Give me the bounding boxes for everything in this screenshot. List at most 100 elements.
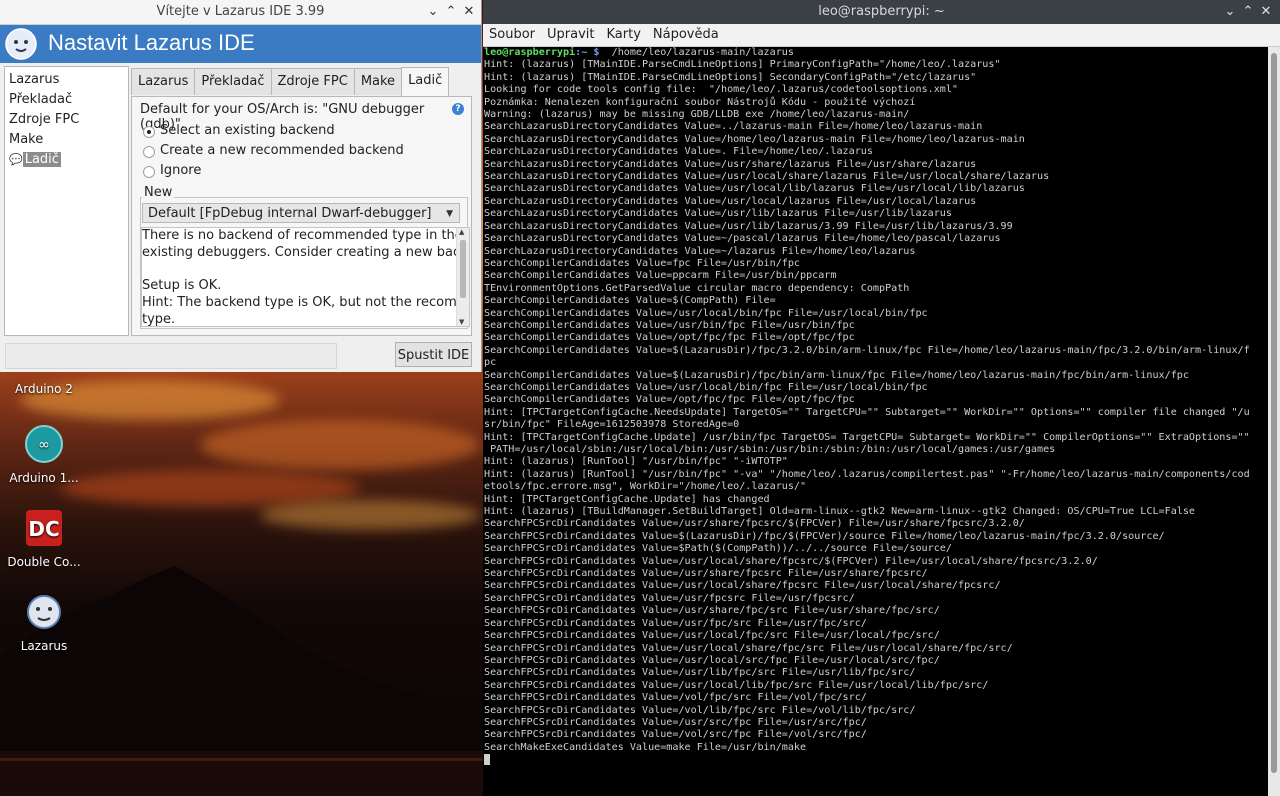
terminal-line: SearchFPCSrcDirCandidates Value=/usr/loc… xyxy=(484,642,1013,654)
terminal-line: SearchCompilerCandidates Value=/usr/bin/… xyxy=(484,319,855,331)
memo-scrollbar[interactable]: ▲ ▼ xyxy=(456,228,469,326)
minimize-icon[interactable]: ⌄ xyxy=(1221,3,1239,21)
tab-compiler[interactable]: Překladač xyxy=(194,68,272,95)
tab-debugger[interactable]: Ladič xyxy=(401,67,450,96)
terminal-scrollbar[interactable] xyxy=(1268,47,1280,796)
terminal-line: Hint: (lazarus) [TBuildManager.SetBuildT… xyxy=(484,506,1196,518)
tree-item-label: Překladač xyxy=(9,92,73,107)
scroll-up-icon[interactable]: ▲ xyxy=(459,228,464,236)
status-area xyxy=(5,343,337,369)
prompt-dir: :~ $ xyxy=(575,47,600,58)
terminal-line: SearchLazarusDirectoryCandidates Value=/… xyxy=(484,220,1013,232)
run-ide-button[interactable]: Spustit IDE xyxy=(395,342,472,367)
tree-item-label: Zdroje FPC xyxy=(9,112,80,127)
tab-make[interactable]: Make xyxy=(353,68,403,95)
memo-line: existing debuggers. Consider creating a … xyxy=(142,244,470,260)
menu-file[interactable]: Soubor xyxy=(483,24,541,42)
lazarus-cheetah-icon xyxy=(27,595,61,629)
settings-tree: Lazarus Překladač Zdroje FPC Make 💬 Ladič xyxy=(4,66,129,336)
backend-dropdown[interactable]: Default [FpDebug internal Dwarf-debugger… xyxy=(142,203,460,223)
terminal-line: Hint: (lazarus) [TMainIDE.ParseCmdLineOp… xyxy=(484,71,977,83)
terminal-line: SearchCompilerCandidates Value=/usr/loca… xyxy=(484,307,928,319)
terminal-line: SearchLazarusDirectoryCandidates Value=/… xyxy=(484,208,952,220)
terminal-line: SearchFPCSrcDirCandidates Value=$Path($(… xyxy=(484,543,952,555)
tree-item-compiler[interactable]: Překladač xyxy=(5,90,128,110)
terminal-line: SearchFPCSrcDirCandidates Value=/usr/loc… xyxy=(484,654,940,666)
memo-line xyxy=(142,262,454,279)
svg-text:DC: DC xyxy=(28,517,59,541)
menu-tabs[interactable]: Karty xyxy=(600,24,646,42)
help-icon[interactable]: ? xyxy=(452,103,464,115)
terminal-line: SearchFPCSrcDirCandidates Value=/usr/lib… xyxy=(484,667,916,679)
terminal-line: Hint: [TPCTargetConfigCache.Update] has … xyxy=(484,493,770,505)
tab-lazarus[interactable]: Lazarus xyxy=(131,68,196,95)
text-cursor xyxy=(484,754,490,766)
radio-label[interactable]: Create a new recommended backend xyxy=(160,143,404,158)
memo-line: There is no backend of recommended type … xyxy=(142,228,470,243)
svg-text:∞: ∞ xyxy=(38,437,50,453)
terminal-line: SearchCompilerCandidates Value=ppcarm Fi… xyxy=(484,270,837,282)
lazarus-logo-icon xyxy=(5,28,37,60)
window-titlebar[interactable]: Vítejte v Lazarus IDE 3.99 ⌄ ⌃ ✕ xyxy=(0,0,481,25)
terminal-line: SearchFPCSrcDirCandidates Value=/usr/sha… xyxy=(484,518,1025,530)
terminal-line: SearchLazarusDirectoryCandidates Value=/… xyxy=(484,158,977,170)
radio-ignore[interactable] xyxy=(143,166,155,178)
prompt-line: leo@raspberrypi:~ $ /home/leo/lazarus-ma… xyxy=(484,47,1264,59)
menu-help[interactable]: Nápověda xyxy=(647,24,725,42)
prompt-user: leo@raspberrypi xyxy=(484,47,576,58)
terminal-line: PATH=/usr/local/sbin:/usr/local/bin:/usr… xyxy=(484,444,1056,455)
terminal-line: SearchFPCSrcDirCandidates Value=$(Lazaru… xyxy=(484,530,1165,542)
desktop-icon-double-commander[interactable]: DC Double Co... xyxy=(4,508,84,569)
scrollbar-thumb[interactable] xyxy=(1271,53,1277,773)
terminal-line: SearchCompilerCandidates Value=/opt/fpc/… xyxy=(484,332,855,344)
menu-bar: Soubor Upravit Karty Nápověda xyxy=(483,24,1280,47)
minimize-icon[interactable]: ⌄ xyxy=(424,3,442,21)
cursor-line xyxy=(484,754,1264,766)
terminal-line: SearchFPCSrcDirCandidates Value=/vol/fpc… xyxy=(484,692,867,704)
dropdown-value: Default [FpDebug internal Dwarf-debugger… xyxy=(148,206,432,221)
terminal-line: etools/fpc.errore.msg", WorkDir="/home/l… xyxy=(484,481,807,493)
terminal-line: SearchFPCSrcDirCandidates Value=/usr/src… xyxy=(484,716,867,728)
desktop-icon-lazarus[interactable]: Lazarus xyxy=(4,592,84,653)
terminal-line: SearchCompilerCandidates Value=$(Lazarus… xyxy=(484,344,1250,356)
terminal-window: leo@raspberrypi: ~ ⌄ ⌃ ✕ Soubor Upravit Ka… xyxy=(483,0,1280,796)
window-titlebar[interactable]: leo@raspberrypi: ~ ⌄ ⌃ ✕ xyxy=(483,0,1280,24)
desktop-icon-arduino1[interactable]: ∞ Arduino 1... xyxy=(4,424,84,485)
terminal-line: SearchMakeExeCandidates Value=make File=… xyxy=(484,741,807,753)
radio-label[interactable]: Select an existing backend xyxy=(160,123,335,138)
terminal-line: SearchFPCSrcDirCandidates Value=/usr/sha… xyxy=(484,568,928,580)
tree-item-label: Ladič xyxy=(22,152,61,167)
desktop-icon-label: Double Co... xyxy=(7,555,81,569)
output-lines: Hint: (lazarus) [TMainIDE.ParseCmdLineOp… xyxy=(484,59,1264,754)
terminal-line: TEnvironmentOptions.GetParsedValue circu… xyxy=(484,282,910,294)
memo-line: Hint: The backend type is OK, but not th… xyxy=(142,295,469,311)
terminal-line: SearchLazarusDirectoryCandidates Value=/… xyxy=(484,195,977,207)
terminal-line: Hint: (lazarus) [RunTool] "/usr/bin/fpc"… xyxy=(484,468,1250,480)
menu-edit[interactable]: Upravit xyxy=(541,24,600,42)
info-memo[interactable]: There is no backend of recommended type … xyxy=(141,227,470,327)
radio-label[interactable]: Ignore xyxy=(160,163,201,178)
tree-item-fpc-sources[interactable]: Zdroje FPC xyxy=(5,110,128,130)
scrollbar-thumb[interactable] xyxy=(460,240,466,298)
terminal-line: SearchCompilerCandidates Value=/usr/loca… xyxy=(484,381,928,393)
close-icon[interactable]: ✕ xyxy=(460,3,478,21)
memo-text: There is no backend of recommended type … xyxy=(142,228,470,326)
terminal-line: SearchLazarusDirectoryCandidates Value=/… xyxy=(484,133,1025,145)
terminal-line: SearchLazarusDirectoryCandidates Value=~… xyxy=(484,245,916,257)
terminal-output[interactable]: leo@raspberrypi:~ $ /home/leo/lazarus-ma… xyxy=(484,47,1264,796)
terminal-line: Poznámka: Nenalezen konfigurační soubor … xyxy=(484,96,916,108)
radio-new-backend[interactable] xyxy=(143,146,155,158)
terminal-line: SearchCompilerCandidates Value=/opt/fpc/… xyxy=(484,394,855,406)
radio-existing-backend[interactable] xyxy=(143,126,155,138)
tree-item-lazarus[interactable]: Lazarus xyxy=(5,70,128,90)
desktop-icon-label: Arduino 2 xyxy=(15,382,73,396)
tab-fpc-sources[interactable]: Zdroje FPC xyxy=(270,68,355,95)
maximize-icon[interactable]: ⌃ xyxy=(1239,3,1257,21)
new-group-label: New xyxy=(142,185,175,200)
maximize-icon[interactable]: ⌃ xyxy=(442,3,460,21)
scroll-down-icon[interactable]: ▼ xyxy=(459,318,464,326)
tree-item-debugger[interactable]: 💬 Ladič xyxy=(5,150,128,170)
terminal-line: SearchLazarusDirectoryCandidates Value=/… xyxy=(484,171,1050,183)
tree-item-make[interactable]: Make xyxy=(5,130,128,150)
close-icon[interactable]: ✕ xyxy=(1257,3,1275,21)
